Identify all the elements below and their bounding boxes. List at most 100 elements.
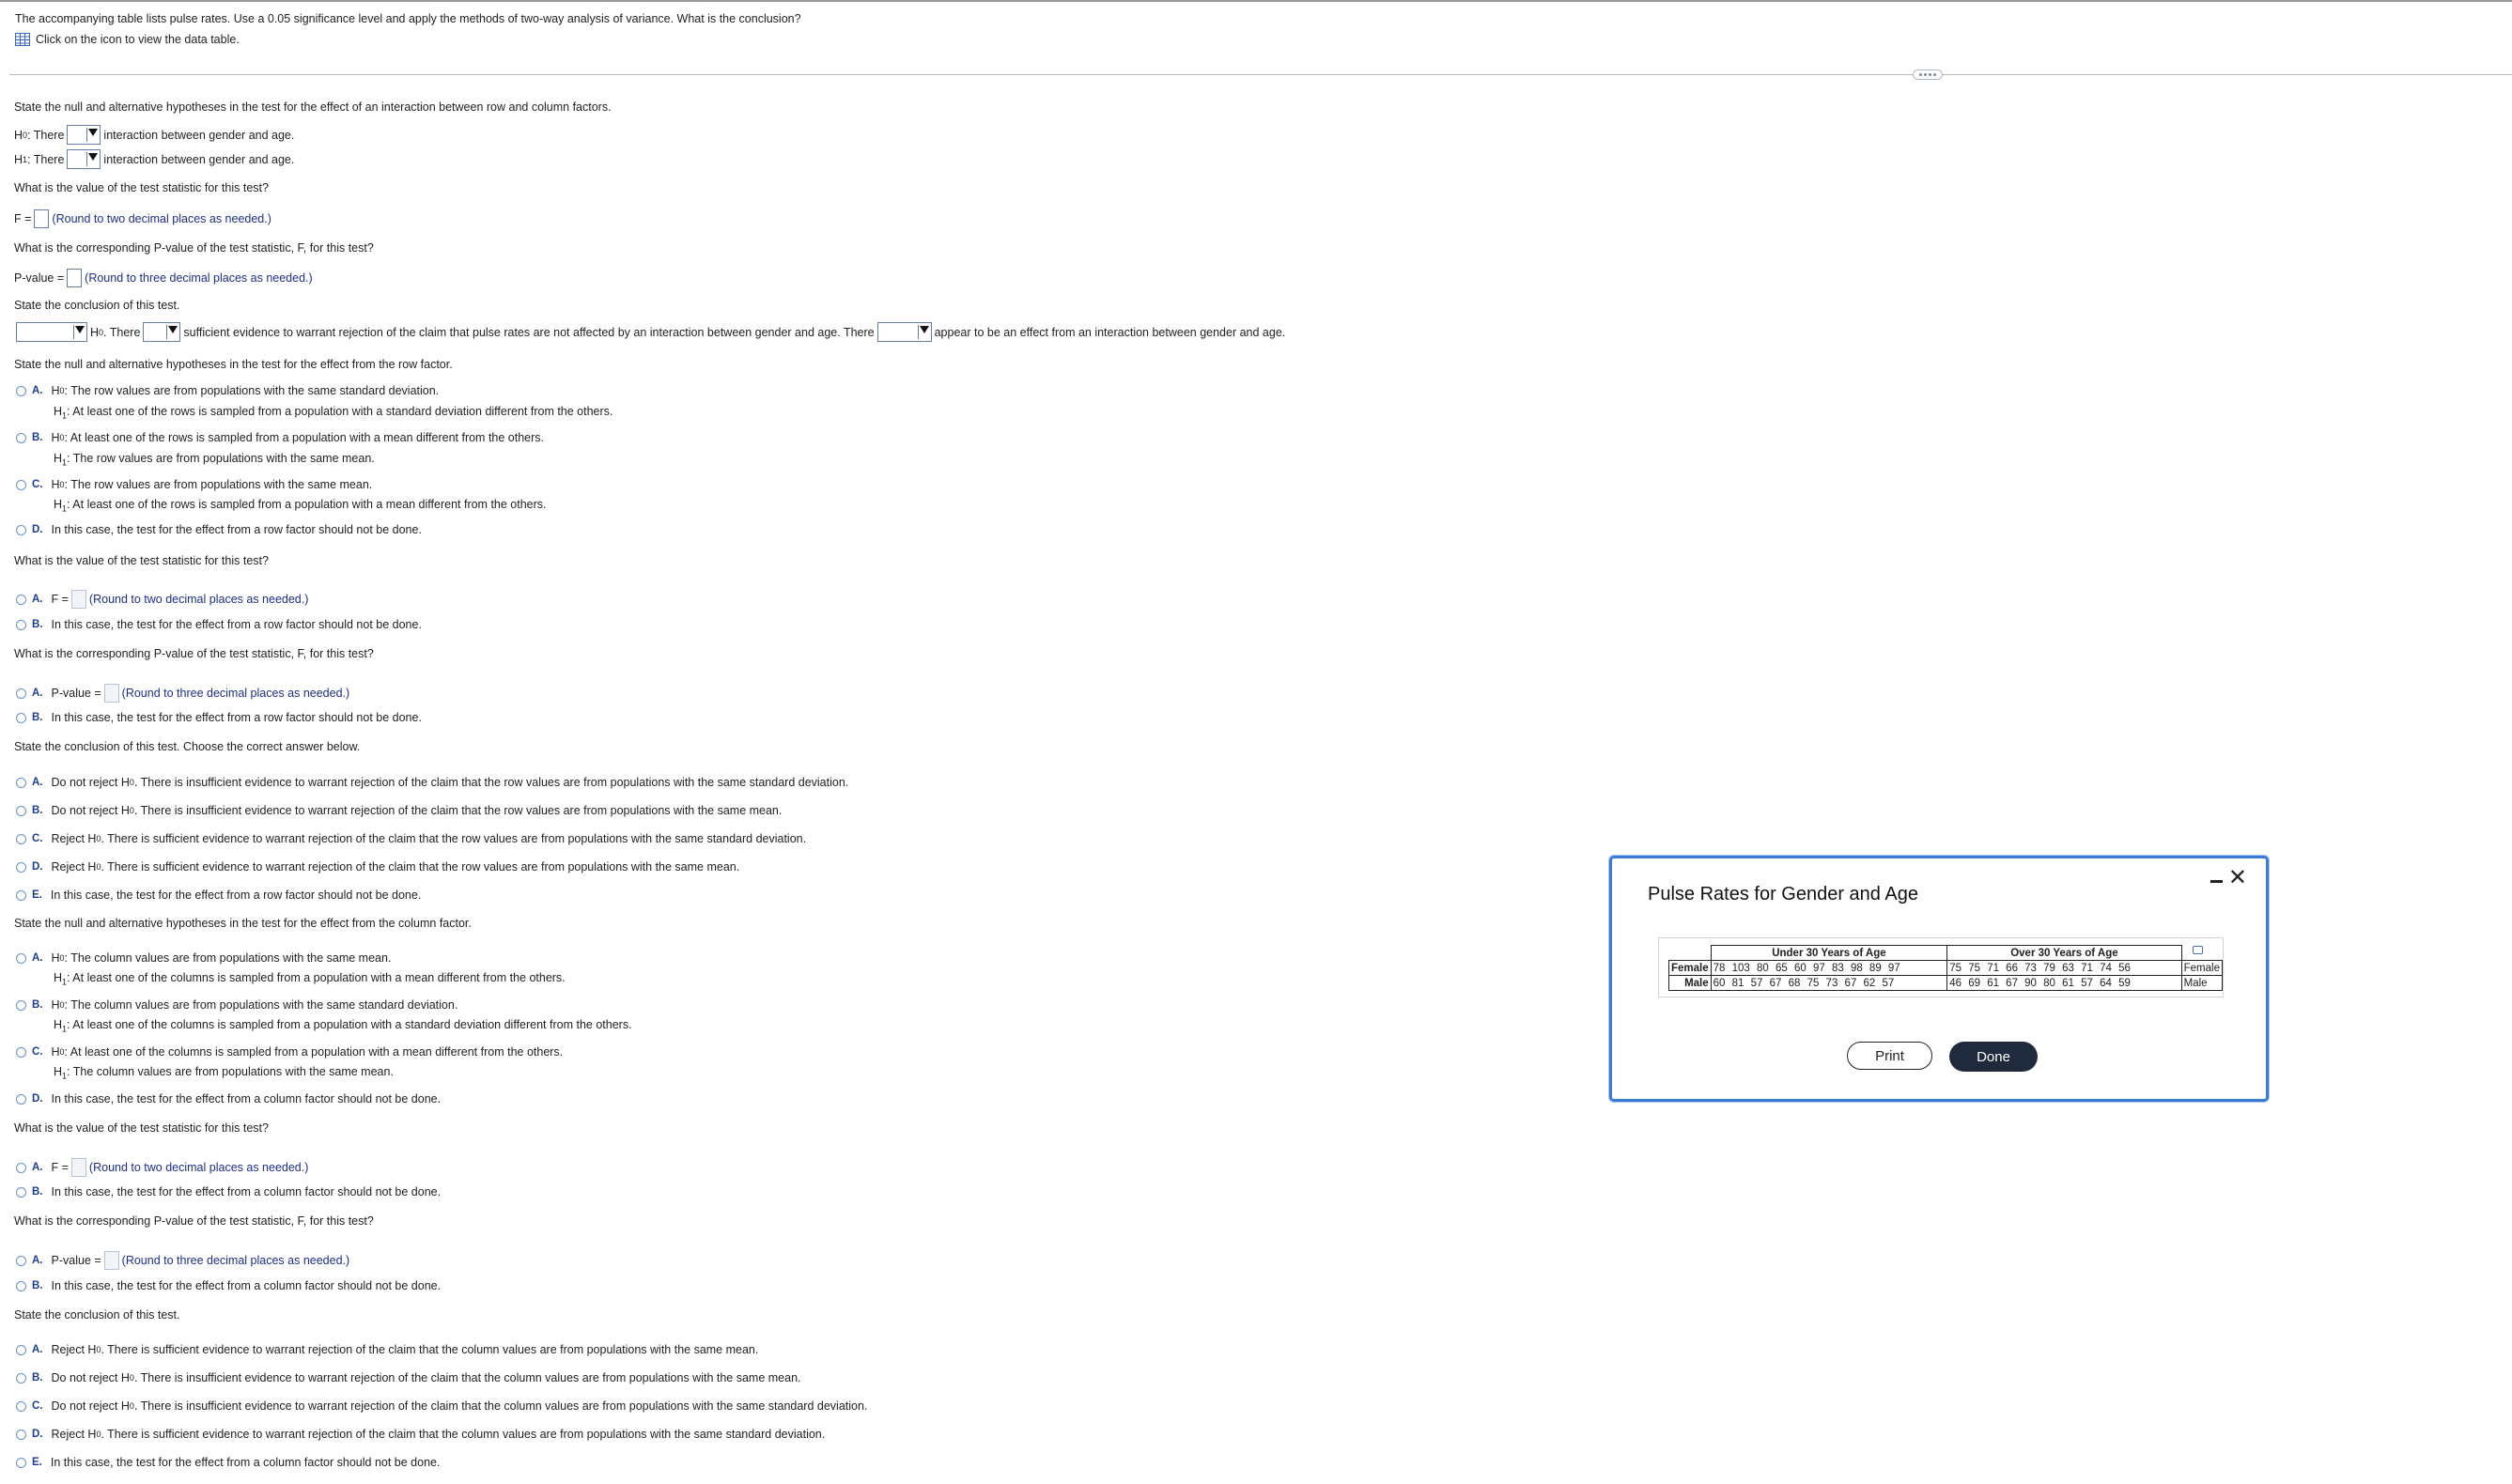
radio-button[interactable] [16, 999, 26, 1011]
interaction-conclusion-prompt: State the conclusion of this test. [14, 299, 180, 312]
row-concl-c[interactable]: C. Reject H0. There is sufficient eviden… [16, 832, 806, 845]
radio-button[interactable] [16, 1093, 26, 1105]
column-p-option-a[interactable]: A. P-value = (Round to three decimal pla… [16, 1251, 349, 1270]
appear-dropdown[interactable] [876, 322, 932, 342]
radio-button[interactable] [16, 432, 26, 443]
section-divider [9, 74, 2512, 75]
column-concl-e[interactable]: E. In this case, the test for the effect… [16, 1456, 440, 1469]
radio-button[interactable] [16, 688, 26, 699]
column-p-option-b[interactable]: B. In this case, the test for the effect… [16, 1279, 441, 1292]
radio-button[interactable] [16, 952, 26, 964]
table-header-row: Under 30 Years of Age Over 30 Years of A… [1669, 945, 2223, 961]
row-concl-a[interactable]: A. Do not reject H0. There is insufficie… [16, 776, 848, 789]
radio-button[interactable] [16, 1255, 26, 1266]
top-border [0, 0, 2512, 2]
column-f-question: What is the value of the test statistic … [14, 1121, 269, 1135]
interaction-p-question: What is the corresponding P-value of the… [14, 241, 374, 255]
column-prompt: State the null and alternative hypothese… [14, 917, 472, 930]
pulse-table: Under 30 Years of Age Over 30 Years of A… [1668, 945, 2224, 991]
h1-dropdown[interactable] [67, 149, 101, 169]
radio-button[interactable] [16, 1186, 26, 1198]
radio-button[interactable] [16, 479, 26, 490]
row-p-input[interactable] [103, 684, 119, 703]
done-button[interactable]: Done [1949, 1042, 2038, 1072]
radio-button[interactable] [16, 861, 26, 873]
column-p-input[interactable] [103, 1251, 119, 1270]
radio-button[interactable] [16, 524, 26, 535]
row-concl-d[interactable]: D. Reject H0. There is sufficient eviden… [16, 860, 739, 873]
column-concl-b[interactable]: B. Do not reject H0. There is insufficie… [16, 1371, 801, 1384]
row-p-option-a[interactable]: A. P-value = (Round to three decimal pla… [16, 684, 349, 703]
copy-icon[interactable] [2193, 946, 2203, 954]
interaction-f-question: What is the value of the test statistic … [14, 181, 269, 194]
row-option-c[interactable]: C. H0: The row values are from populatio… [16, 478, 372, 491]
reject-dropdown[interactable] [16, 322, 87, 342]
row-f-input[interactable] [70, 590, 86, 609]
row-concl-b[interactable]: B. Do not reject H0. There is insufficie… [16, 804, 782, 817]
interaction-h0-line: H0: There interaction between gender and… [14, 125, 294, 145]
interaction-prompt: State the null and alternative hypothese… [14, 100, 612, 114]
row-option-c-h1: H1: At least one of the rows is sampled … [54, 498, 547, 514]
row-label-female-right: Female [2180, 960, 2224, 976]
radio-button[interactable] [16, 1046, 26, 1058]
radio-button[interactable] [16, 889, 26, 901]
column-option-b[interactable]: B. H0: The column values are from popula… [16, 998, 457, 1012]
interaction-f-input[interactable] [34, 209, 50, 228]
female-over-30: 75 75 71 66 73 79 63 71 74 56 [1946, 960, 2182, 976]
interaction-h1-line: H1: There interaction between gender and… [14, 149, 294, 169]
row-f-option-a[interactable]: A. F = (Round to two decimal places as n… [16, 590, 308, 609]
column-concl-a[interactable]: A. Reject H0. There is sufficient eviden… [16, 1343, 758, 1356]
column-concl-c[interactable]: C. Do not reject H0. There is insufficie… [16, 1399, 867, 1413]
radio-button[interactable] [16, 385, 26, 396]
h0-dropdown[interactable] [67, 125, 101, 145]
column-f-option-b[interactable]: B. In this case, the test for the effect… [16, 1185, 441, 1198]
radio-button[interactable] [16, 712, 26, 723]
female-under-30: 78 103 80 65 60 97 83 98 89 97 [1710, 960, 1948, 976]
radio-button[interactable] [16, 1372, 26, 1384]
interaction-p-input[interactable] [67, 269, 83, 287]
radio-button[interactable] [16, 833, 26, 844]
radio-button[interactable] [16, 1400, 26, 1412]
row-conclusion-prompt: State the conclusion of this test. Choos… [14, 740, 361, 753]
radio-button[interactable] [16, 619, 26, 630]
close-icon[interactable]: ✕ [2228, 864, 2247, 892]
interaction-p-line: P-value = (Round to three decimal places… [14, 269, 313, 287]
row-option-d[interactable]: D. In this case, the test for the effect… [16, 523, 422, 536]
data-table-dialog: Pulse Rates for Gender and Age ✕ Under 3… [1609, 856, 2269, 1102]
male-under-30: 60 81 57 67 68 75 73 67 62 57 [1710, 975, 1948, 991]
column-conclusion-prompt: State the conclusion of this test. [14, 1308, 180, 1322]
row-prompt: State the null and alternative hypothese… [14, 358, 453, 371]
row-option-b-h1: H1: The row values are from populations … [54, 452, 375, 468]
column-concl-d[interactable]: D. Reject H0. There is sufficient eviden… [16, 1428, 825, 1441]
column-option-c[interactable]: C. H0: At least one of the columns is sa… [16, 1045, 563, 1059]
column-f-input[interactable] [70, 1158, 86, 1177]
header-over-30: Over 30 Years of Age [1946, 945, 2182, 961]
row-f-question: What is the value of the test statistic … [14, 554, 269, 567]
row-p-option-b[interactable]: B. In this case, the test for the effect… [16, 711, 422, 724]
column-option-b-h1: H1: At least one of the columns is sampl… [54, 1018, 632, 1034]
minimize-icon[interactable] [2210, 880, 2223, 883]
row-concl-e[interactable]: E. In this case, the test for the effect… [16, 889, 421, 902]
radio-button[interactable] [16, 1344, 26, 1355]
radio-button[interactable] [16, 594, 26, 605]
row-option-a[interactable]: A. H0: The row values are from populatio… [16, 384, 439, 397]
radio-button[interactable] [16, 777, 26, 788]
column-f-option-a[interactable]: A. F = (Round to two decimal places as n… [16, 1158, 308, 1177]
radio-button[interactable] [16, 1457, 26, 1468]
column-option-d[interactable]: D. In this case, the test for the effect… [16, 1092, 441, 1105]
radio-button[interactable] [16, 805, 26, 816]
row-p-question: What is the corresponding P-value of the… [14, 647, 374, 660]
column-option-a[interactable]: A. H0: The column values are from popula… [16, 951, 391, 965]
row-label-female: Female [1668, 960, 1712, 976]
radio-button[interactable] [16, 1429, 26, 1440]
view-table-link[interactable]: Click on the icon to view the data table… [36, 29, 240, 50]
row-f-option-b[interactable]: B. In this case, the test for the effect… [16, 618, 422, 631]
print-button[interactable]: Print [1847, 1042, 1932, 1070]
row-option-b[interactable]: B. H0: At least one of the rows is sampl… [16, 431, 544, 444]
resize-handle[interactable] [1913, 70, 1943, 80]
table-icon[interactable] [15, 33, 30, 46]
evidence-dropdown[interactable] [143, 322, 181, 342]
radio-button[interactable] [16, 1162, 26, 1173]
radio-button[interactable] [16, 1280, 26, 1291]
dialog-title: Pulse Rates for Gender and Age [1648, 884, 1918, 904]
